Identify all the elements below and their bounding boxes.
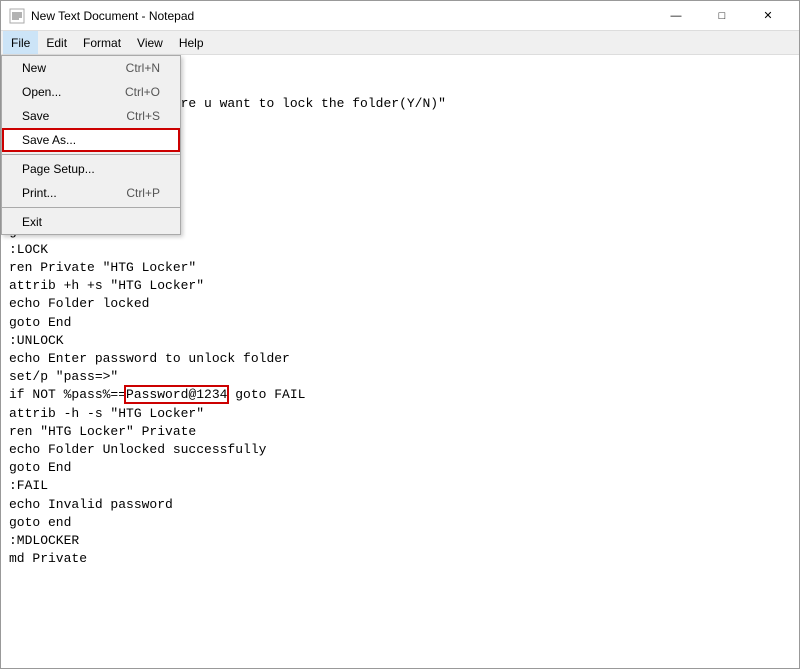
menu-page-setup-label: Page Setup... xyxy=(22,162,95,176)
menu-save[interactable]: Save Ctrl+S xyxy=(2,104,180,128)
menu-format[interactable]: Format xyxy=(75,31,129,54)
password-highlight: Password@1234 xyxy=(126,387,227,402)
menu-save-label: Save xyxy=(22,109,49,123)
app-icon xyxy=(9,8,25,24)
close-button[interactable]: ✕ xyxy=(745,1,791,31)
file-dropdown: New Ctrl+N Open... Ctrl+O Save Ctrl+S Sa… xyxy=(1,55,181,235)
menu-exit[interactable]: Exit xyxy=(2,210,180,234)
maximize-button[interactable]: □ xyxy=(699,1,745,31)
menu-help[interactable]: Help xyxy=(171,31,212,54)
menu-edit[interactable]: Edit xyxy=(38,31,75,54)
menu-new-label: New xyxy=(22,61,46,75)
menu-file[interactable]: File xyxy=(3,31,38,54)
menu-print[interactable]: Print... Ctrl+P xyxy=(2,181,180,205)
notepad-window: New Text Document - Notepad — □ ✕ File E… xyxy=(0,0,800,669)
menu-bar: File Edit Format View Help New Ctrl+N Op… xyxy=(1,31,799,55)
menu-save-as[interactable]: Save As... xyxy=(2,128,180,152)
menu-new-shortcut: Ctrl+N xyxy=(126,61,160,75)
menu-separator-2 xyxy=(2,207,180,208)
menu-page-setup[interactable]: Page Setup... xyxy=(2,157,180,181)
menu-exit-label: Exit xyxy=(22,215,42,229)
menu-separator-1 xyxy=(2,154,180,155)
menu-save-shortcut: Ctrl+S xyxy=(126,109,160,123)
title-bar: New Text Document - Notepad — □ ✕ xyxy=(1,1,799,31)
menu-new[interactable]: New Ctrl+N xyxy=(2,56,180,80)
window-controls: — □ ✕ xyxy=(653,1,791,31)
menu-open[interactable]: Open... Ctrl+O xyxy=(2,80,180,104)
menu-print-shortcut: Ctrl+P xyxy=(126,186,160,200)
menu-open-label: Open... xyxy=(22,85,61,99)
menu-view[interactable]: View xyxy=(129,31,171,54)
minimize-button[interactable]: — xyxy=(653,1,699,31)
menu-save-as-label: Save As... xyxy=(22,133,76,147)
window-title: New Text Document - Notepad xyxy=(31,9,653,23)
menu-print-label: Print... xyxy=(22,186,57,200)
menu-open-shortcut: Ctrl+O xyxy=(125,85,160,99)
